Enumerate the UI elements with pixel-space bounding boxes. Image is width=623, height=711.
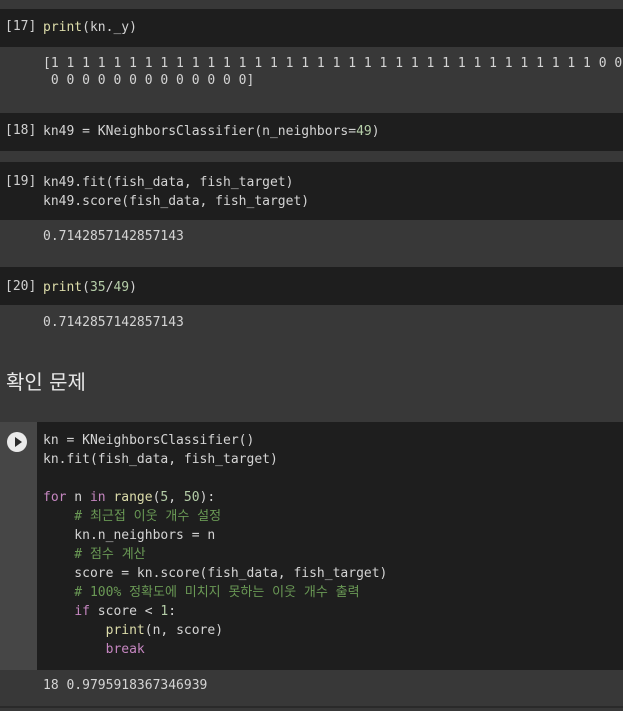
- output-line: 0.7142857142857143: [43, 315, 184, 330]
- output-area: 0.7142857142857143: [0, 305, 623, 341]
- section-heading: 확인 문제: [6, 370, 86, 394]
- cell-prompt: [17]: [5, 19, 37, 34]
- code-line[interactable]: print(35/49): [43, 278, 137, 297]
- output-area: 0.7142857142857143: [0, 220, 623, 256]
- cell-prompt: [20]: [5, 279, 37, 294]
- code-line[interactable]: kn49.score(fish_data, fish_target): [43, 192, 309, 211]
- cell-prompt: [18]: [5, 123, 37, 138]
- code-comment[interactable]: # 100% 정확도에 미치지 못하는 이웃 개수 출력: [43, 583, 359, 602]
- code-line[interactable]: kn49.fit(fish_data, fish_target): [43, 173, 293, 192]
- code-cell-20[interactable]: [20] print(35/49): [0, 267, 623, 305]
- cell-prompt: [19]: [5, 174, 37, 189]
- run-cell-button[interactable]: [7, 432, 27, 452]
- code-line[interactable]: kn = KNeighborsClassifier(): [43, 431, 254, 450]
- code-line[interactable]: kn.fit(fish_data, fish_target): [43, 450, 278, 469]
- code-cell-exercise[interactable]: kn = KNeighborsClassifier() kn.fit(fish_…: [0, 422, 623, 670]
- code-line[interactable]: kn49 = KNeighborsClassifier(n_neighbors=…: [43, 122, 380, 141]
- output-line: [1 1 1 1 1 1 1 1 1 1 1 1 1 1 1 1 1 1 1 1…: [43, 56, 623, 71]
- code-cell-17[interactable]: [17] print(kn._y): [0, 9, 623, 47]
- top-strip: [0, 0, 623, 9]
- output-area: 18 0.9795918367346939: [0, 670, 623, 705]
- code-line[interactable]: if score < 1:: [43, 602, 176, 621]
- code-cell-19[interactable]: [19] kn49.fit(fish_data, fish_target) kn…: [0, 162, 623, 220]
- code-line[interactable]: kn.n_neighbors = n: [43, 526, 215, 545]
- code-comment[interactable]: # 점수 계산: [43, 545, 145, 564]
- output-area: [1 1 1 1 1 1 1 1 1 1 1 1 1 1 1 1 1 1 1 1…: [0, 47, 623, 111]
- divider: [0, 706, 623, 708]
- code-line[interactable]: for n in range(5, 50):: [43, 488, 215, 507]
- cell-gutter: [0, 422, 37, 670]
- output-line: 0 0 0 0 0 0 0 0 0 0 0 0 0]: [43, 73, 255, 88]
- output-line: 18 0.9795918367346939: [43, 678, 208, 693]
- code-line[interactable]: score = kn.score(fish_data, fish_target): [43, 564, 387, 583]
- code-line[interactable]: print(n, score): [43, 621, 223, 640]
- code-cell-18[interactable]: [18] kn49 = KNeighborsClassifier(n_neigh…: [0, 113, 623, 151]
- code-line[interactable]: print(kn._y): [43, 18, 137, 37]
- code-comment[interactable]: # 최근접 이웃 개수 설정: [43, 507, 221, 526]
- code-line[interactable]: break: [43, 640, 145, 659]
- output-line: 0.7142857142857143: [43, 229, 184, 244]
